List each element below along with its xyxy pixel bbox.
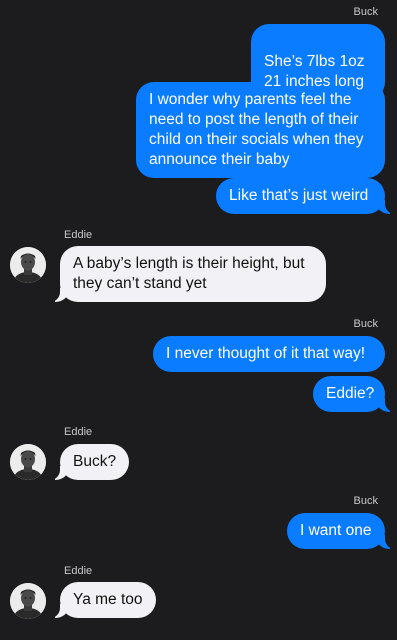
sender-label-eddie: Eddie — [64, 229, 93, 241]
message-bubble-outgoing[interactable]: I never thought of it that way! — [153, 336, 385, 372]
message-bubble-outgoing[interactable]: Eddie? — [313, 376, 395, 412]
message-text: I wonder why parents feel the need to po… — [149, 91, 364, 168]
sender-label-eddie: Eddie — [64, 565, 93, 577]
message-thread: Buck She’s 7lbs 1oz 21 inches long I won… — [0, 0, 397, 640]
message-bubble-incoming[interactable]: Buck? — [50, 444, 129, 480]
message-text: I never thought of it that way! — [166, 345, 366, 362]
person-photo-avatar-icon — [10, 583, 46, 619]
message-bubble-outgoing[interactable]: Like that’s just weird — [216, 178, 395, 214]
message-bubble-outgoing[interactable]: I wonder why parents feel the need to po… — [136, 82, 385, 178]
message-text: Eddie? — [326, 385, 375, 402]
message-text: She’s 7lbs 1oz 21 inches long — [264, 53, 365, 90]
contact-avatar[interactable] — [10, 444, 46, 480]
sender-label-eddie: Eddie — [64, 426, 93, 438]
person-photo-avatar-icon — [10, 247, 46, 283]
message-text: I want one — [300, 522, 372, 539]
message-bubble-outgoing[interactable]: I want one — [287, 513, 395, 549]
contact-avatar[interactable] — [10, 583, 46, 619]
message-bubble-incoming[interactable]: A baby’s length is their height, but the… — [50, 246, 326, 302]
contact-avatar[interactable] — [10, 247, 46, 283]
message-text: Like that’s just weird — [229, 187, 369, 204]
person-photo-avatar-icon — [10, 444, 46, 480]
message-text: Buck? — [73, 453, 117, 470]
sender-label-buck: Buck — [353, 6, 378, 18]
message-bubble-incoming[interactable]: Ya me too — [50, 582, 156, 618]
message-text: Ya me too — [73, 591, 143, 608]
sender-label-buck: Buck — [353, 318, 378, 330]
message-text: A baby’s length is their height, but the… — [73, 255, 305, 292]
sender-label-buck: Buck — [353, 495, 378, 507]
